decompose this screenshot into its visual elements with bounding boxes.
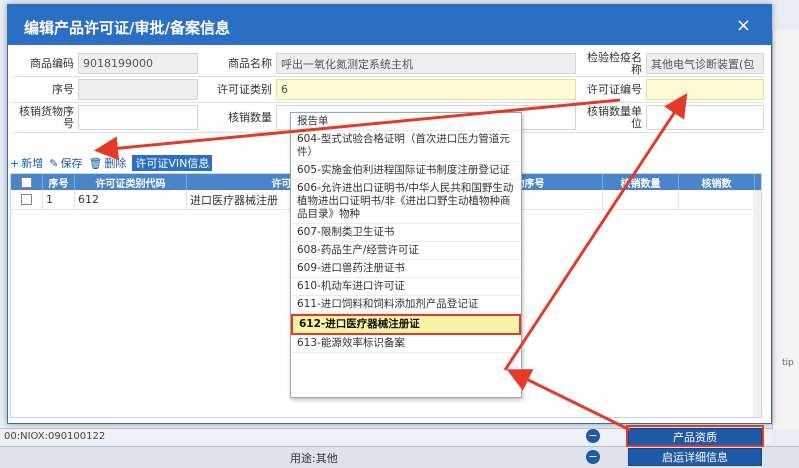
writeoff-seq-label: 核销货物序号 [19,104,74,130]
close-icon[interactable]: × [736,15,751,36]
dialog-title: 编辑产品许可证/审批/备案信息 [24,19,230,37]
writeoff-qty-label: 核销数量 [228,110,272,124]
edit-icon: ✎ [49,156,59,170]
dropdown-option[interactable]: 604-型式试验合格证明（首次进口压力管道元件） [291,131,521,162]
col-header-writeoff-qty[interactable]: 核销数量 [603,174,679,190]
grid-scrollbar[interactable] [753,190,761,417]
select-all-header[interactable] [11,174,43,190]
dropdown-option[interactable]: 607-限制类卫生证书 [291,224,521,242]
delete-button[interactable]: 🗑 删除 [88,155,126,171]
dropdown-option[interactable]: 611-进口饲料和饲料添加剂产品登记证 [291,296,521,314]
grid-toolbar: + 新增 ✎ 保存 🗑 删除 许可证VIN信息 [8,155,213,171]
product-name-label: 商品名称 [228,56,272,70]
license-no-input[interactable] [646,79,764,100]
product-code-field: 9018199000 [78,53,198,74]
license-type-dropdown[interactable]: 报告单 604-型式试验合格证明（首次进口压力管道元件） 605-实施金伯利进程… [290,112,522,398]
form-row-license: 序号 许可证类别 6 许可证编号 [12,77,764,103]
vin-info-button[interactable]: 许可证VIN信息 [132,155,213,171]
inspection-name-label: 检验检疫名称 [587,50,642,76]
dialog-header: 编辑产品许可证/审批/备案信息 × [8,5,771,45]
product-name-field: 呼出一氧化氮测定系统主机 [276,53,576,74]
dropdown-option-selected[interactable]: 612-进口医疗器械注册证 [291,314,521,335]
background-side-panel [772,30,799,430]
save-button[interactable]: ✎ 保存 [49,155,82,171]
add-label: 新增 [21,157,44,170]
dropdown-option[interactable]: 605-实施金伯利进程国际证书制度注册登记证 [291,162,521,180]
row-code: 612 [75,190,187,209]
dropdown-option[interactable]: 608-药品生产/经营许可证 [291,242,521,260]
dropdown-option[interactable]: 613-能源效率标识备案 [291,335,521,353]
seq-field [78,79,198,100]
row-writeoff-qty [603,190,679,209]
dropdown-option[interactable]: 606-允许进出口证明书/中华人民共和国野生动植物进出口证明书/非《进出口野生动… [291,180,521,224]
row-checkbox[interactable] [21,194,32,205]
license-no-label: 许可证编号 [587,82,642,96]
apply-info-button[interactable]: 启运详细信息 [628,448,762,466]
trash-icon: 🗑 [88,156,103,170]
product-code-label: 商品编码 [30,56,74,70]
dropdown-option[interactable]: 报告单 [291,113,521,131]
writeoff-unit-input[interactable] [646,105,764,130]
col-header-code[interactable]: 许可证类别代码 [75,174,187,190]
inspection-name-field: 其他电气诊断装置(包 [646,53,764,74]
row-writeoff-more [679,190,755,209]
expand-circle-icon[interactable]: − [586,450,600,464]
form-row-product: 商品编码 9018199000 商品名称 呼出一氧化氮测定系统主机 检验检疫名称… [12,51,764,77]
background-tip-label: tip [782,358,794,368]
writeoff-seq-input[interactable] [78,105,198,130]
background-use-label: 用途:其他 [290,452,338,465]
license-type-label: 许可证类别 [217,82,272,96]
row-checkbox-cell[interactable] [11,190,43,209]
row-seq: 1 [43,190,75,209]
license-type-input[interactable]: 6 [276,79,576,100]
delete-label: 删除 [104,157,127,170]
select-all-checkbox[interactable] [21,176,32,188]
writeoff-unit-label: 核销数量单位 [587,104,642,130]
add-button[interactable]: + 新增 [10,155,43,171]
col-header-writeoff-more[interactable]: 核销数 [679,174,755,190]
seq-label: 序号 [52,82,74,96]
collapse-circle-icon[interactable]: − [586,429,600,443]
dropdown-option[interactable]: 610-机动车进口许可证 [291,278,521,296]
save-label: 保存 [60,157,83,170]
annotation-highlight-box [626,425,764,447]
plus-icon: + [10,156,20,170]
dropdown-option[interactable]: 609-进口兽药注册证书 [291,260,521,278]
col-header-seq[interactable]: 序号 [43,174,75,190]
